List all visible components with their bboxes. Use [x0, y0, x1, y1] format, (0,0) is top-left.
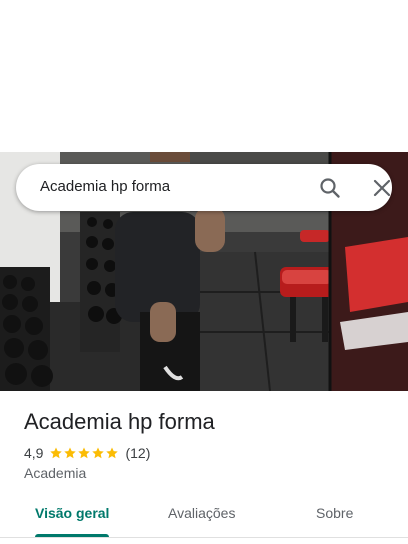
tabs-divider	[0, 537, 408, 538]
top-blank-area	[0, 0, 408, 152]
rating-value: 4,9	[24, 445, 44, 461]
tab-overview[interactable]: Visão geral	[35, 505, 109, 521]
star-icon	[106, 447, 119, 459]
close-icon[interactable]	[370, 176, 394, 200]
star-icon	[78, 447, 91, 459]
search-icon[interactable]	[318, 176, 342, 200]
star-icon	[50, 447, 63, 459]
place-category[interactable]: Academia	[24, 465, 86, 481]
star-icon	[64, 447, 77, 459]
rating-stars	[49, 446, 119, 460]
tab-about[interactable]: Sobre	[316, 505, 353, 521]
search-input[interactable]: Academia hp forma	[40, 178, 170, 195]
rating-row[interactable]: 4,9 (12)	[24, 444, 150, 462]
tab-reviews[interactable]: Avaliações	[168, 505, 235, 521]
star-icon	[92, 447, 105, 459]
place-title: Academia hp forma	[24, 409, 215, 434]
review-count[interactable]: (12)	[125, 445, 150, 461]
search-bar[interactable]: Academia hp forma	[16, 164, 392, 211]
place-tabs: Visão geral Avaliações Sobre	[0, 500, 408, 538]
